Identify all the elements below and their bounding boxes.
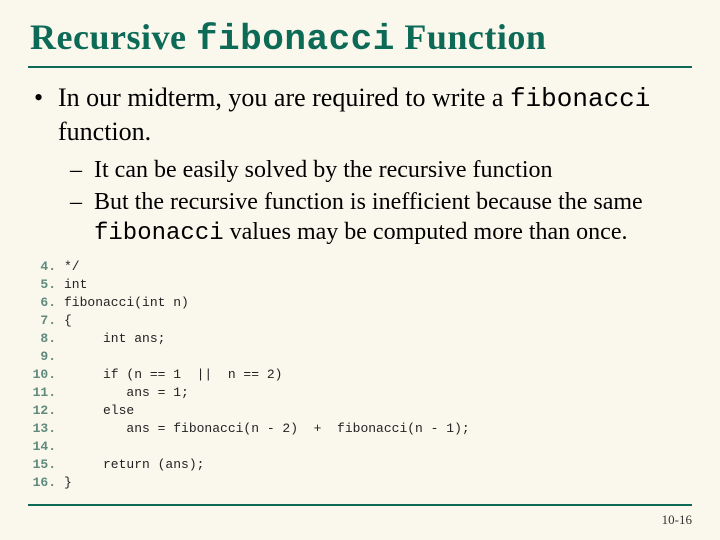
- code-line: }: [64, 474, 692, 492]
- code-line: [64, 348, 692, 366]
- code-line: [64, 438, 692, 456]
- code-line: int ans;: [64, 330, 692, 348]
- code-line: return (ans);: [64, 456, 692, 474]
- sub-bullet-1-pre: But the recursive function is inefficien…: [94, 189, 643, 215]
- code-line: if (n == 1 || n == 2): [64, 366, 692, 384]
- line-number: 8.: [28, 330, 56, 348]
- line-number: 4.: [28, 258, 56, 276]
- slide: Recursive fibonacci Function In our midt…: [0, 0, 720, 540]
- code-body: */intfibonacci(int n){ int ans; if (n ==…: [64, 258, 692, 492]
- sub-bullet-1-post: values may be computed more than once.: [224, 219, 628, 245]
- line-number-gutter: 4.5.6.7.8.9.10.11.12.13.14.15.16.: [28, 258, 64, 492]
- page-number: 10-16: [662, 512, 692, 528]
- line-number: 16.: [28, 474, 56, 492]
- code-line: ans = fibonacci(n - 2) + fibonacci(n - 1…: [64, 420, 692, 438]
- line-number: 9.: [28, 348, 56, 366]
- code-line: int: [64, 276, 692, 294]
- sub-bullet-0: It can be easily solved by the recursive…: [28, 156, 692, 186]
- line-number: 7.: [28, 312, 56, 330]
- slide-title: Recursive fibonacci Function: [28, 12, 692, 68]
- main-bullet-mono: fibonacci: [510, 84, 650, 114]
- line-number: 10.: [28, 366, 56, 384]
- code-block: 4.5.6.7.8.9.10.11.12.13.14.15.16. */intf…: [28, 258, 692, 492]
- code-line: else: [64, 402, 692, 420]
- line-number: 12.: [28, 402, 56, 420]
- line-number: 5.: [28, 276, 56, 294]
- code-line: ans = 1;: [64, 384, 692, 402]
- code-line: fibonacci(int n): [64, 294, 692, 312]
- code-line: */: [64, 258, 692, 276]
- code-line: {: [64, 312, 692, 330]
- line-number: 11.: [28, 384, 56, 402]
- sub-bullet-0-pre: It can be easily solved by the recursive…: [94, 157, 553, 183]
- main-bullet-pre: In our midterm, you are required to writ…: [58, 83, 510, 112]
- line-number: 15.: [28, 456, 56, 474]
- footer-rule: [28, 504, 692, 506]
- title-mono: fibonacci: [196, 19, 395, 60]
- main-bullet: In our midterm, you are required to writ…: [28, 82, 692, 148]
- title-part1: Recursive: [30, 17, 196, 57]
- line-number: 6.: [28, 294, 56, 312]
- title-part2: Function: [395, 17, 547, 57]
- sub-bullet-1-mono: fibonacci: [94, 220, 224, 247]
- main-bullet-post: function.: [58, 117, 151, 146]
- line-number: 14.: [28, 438, 56, 456]
- sub-bullet-1: But the recursive function is inefficien…: [28, 188, 692, 248]
- line-number: 13.: [28, 420, 56, 438]
